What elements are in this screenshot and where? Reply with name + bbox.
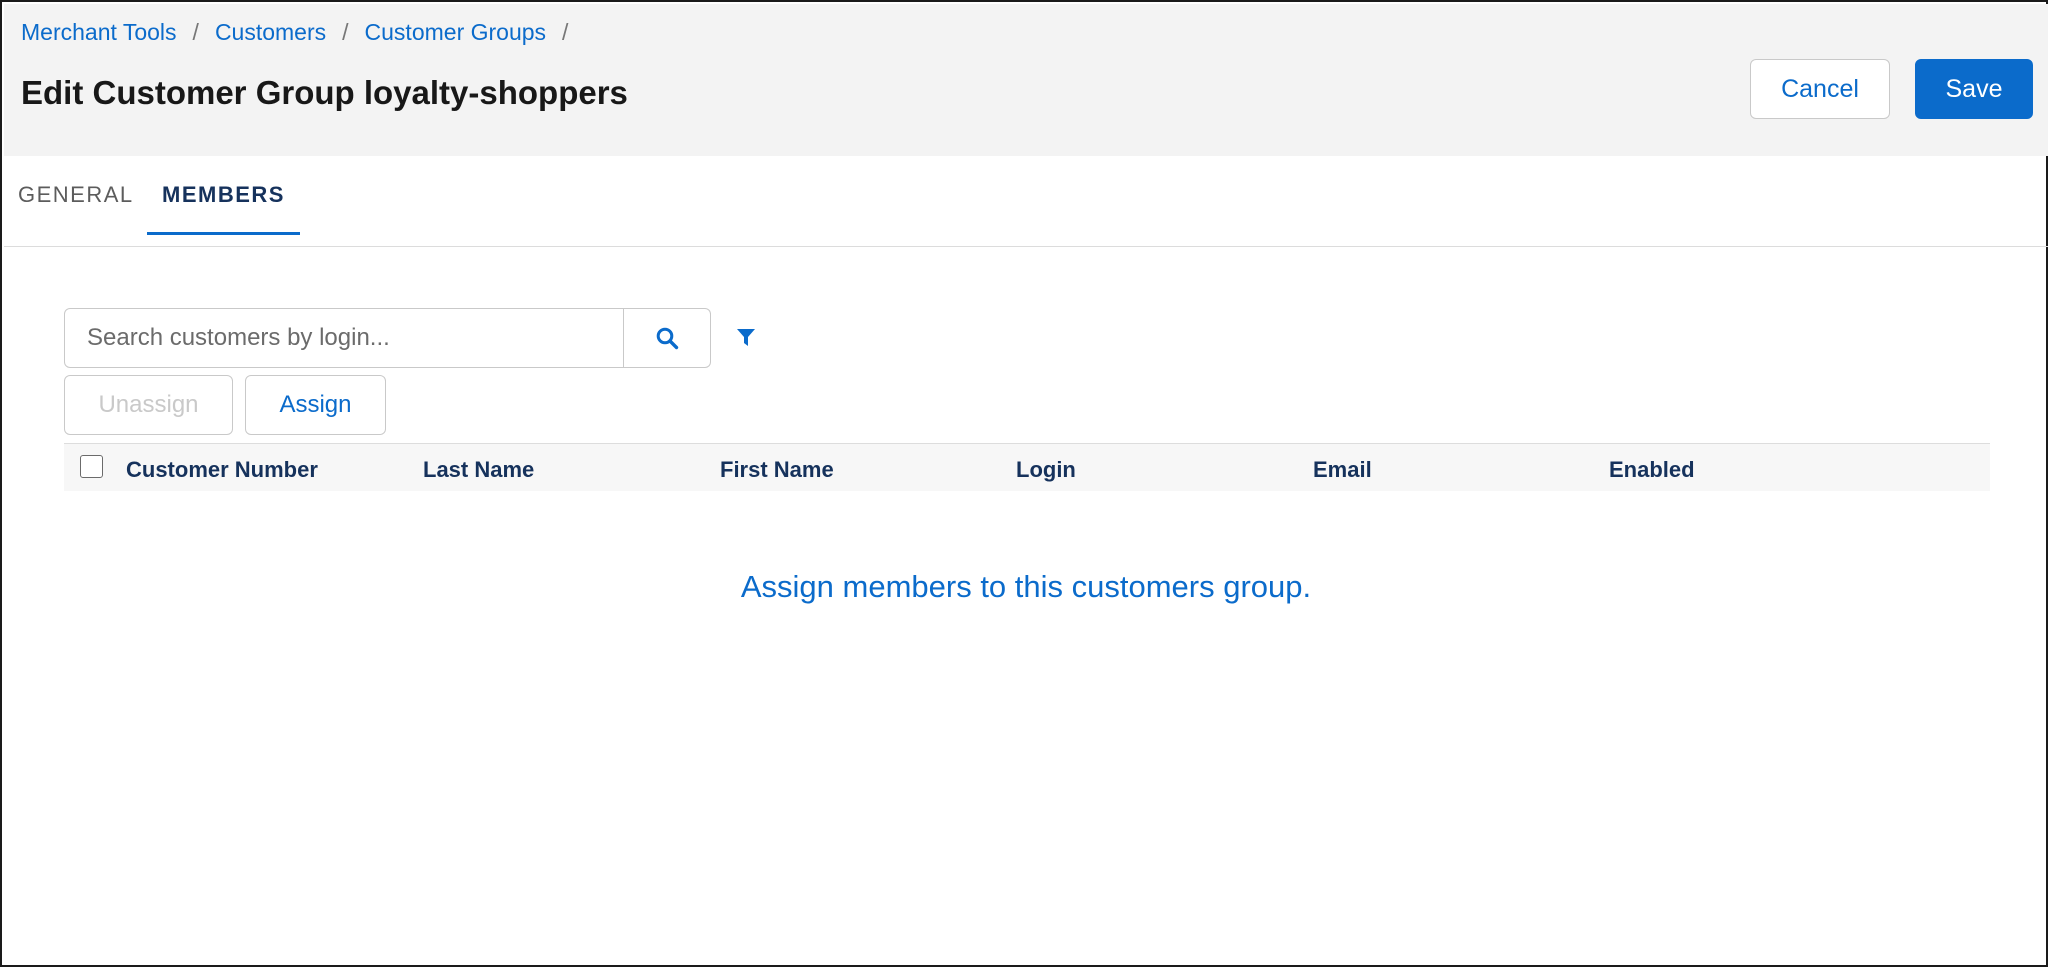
- search-input[interactable]: [64, 308, 624, 368]
- page-title: Edit Customer Group loyalty-shoppers: [21, 74, 628, 111]
- breadcrumb-customer-groups[interactable]: Customer Groups: [365, 19, 547, 46]
- tab-members[interactable]: MEMBERS: [162, 182, 285, 208]
- active-tab-indicator: [147, 232, 300, 235]
- column-header-last-name[interactable]: Last Name: [423, 457, 534, 483]
- cancel-button[interactable]: Cancel: [1750, 59, 1890, 119]
- filter-button[interactable]: [736, 320, 756, 356]
- page-header: Merchant Tools / Customers / Customer Gr…: [4, 4, 2048, 156]
- breadcrumb-separator: /: [192, 19, 199, 45]
- search-icon: [656, 327, 679, 350]
- breadcrumb-separator: /: [342, 19, 349, 45]
- filter-icon: [737, 329, 755, 346]
- app-frame: Merchant Tools / Customers / Customer Gr…: [0, 0, 2048, 967]
- save-button[interactable]: Save: [1915, 59, 2033, 119]
- tab-general[interactable]: GENERAL: [18, 182, 134, 208]
- column-header-customer-number[interactable]: Customer Number: [126, 457, 318, 483]
- empty-state-message: Assign members to this customers group.: [740, 569, 1312, 604]
- column-header-email[interactable]: Email: [1313, 457, 1372, 483]
- column-header-first-name[interactable]: First Name: [720, 457, 834, 483]
- assign-button[interactable]: Assign: [245, 375, 386, 435]
- breadcrumb: Merchant Tools / Customers / Customer Gr…: [21, 19, 584, 46]
- breadcrumb-customers[interactable]: Customers: [215, 19, 326, 46]
- column-header-enabled[interactable]: Enabled: [1609, 457, 1695, 483]
- search-button[interactable]: [624, 308, 711, 368]
- breadcrumb-separator: /: [562, 19, 569, 45]
- table-header: Customer Number Last Name First Name Log…: [64, 443, 1990, 491]
- column-header-login[interactable]: Login: [1016, 457, 1076, 483]
- select-all-checkbox[interactable]: [80, 455, 103, 478]
- breadcrumb-merchant-tools[interactable]: Merchant Tools: [21, 19, 177, 46]
- tab-bar: GENERAL MEMBERS: [4, 156, 2048, 247]
- unassign-button[interactable]: Unassign: [64, 375, 233, 435]
